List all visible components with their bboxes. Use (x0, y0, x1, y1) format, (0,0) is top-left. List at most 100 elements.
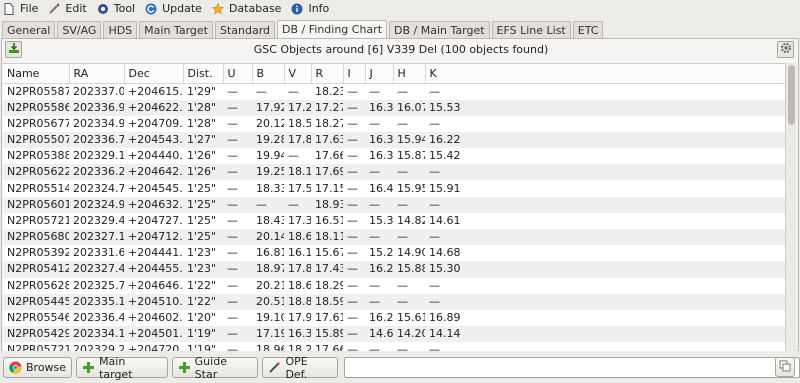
cell-ra: 202331.60 (69, 245, 124, 262)
table-row[interactable]: N2PR055078202336.77+204543.401'27"—19.28… (3, 131, 787, 149)
table-row[interactable]: N2PR053883202329.18+204440.401'26"—19.94… (3, 148, 787, 165)
cell-h: 14.82 (393, 212, 425, 229)
table-row[interactable]: N2PR055467202336.48+204602.321'20"—19.10… (3, 309, 787, 327)
table-row[interactable]: N2PR057217202329.41+204727.631'25"—18.43… (3, 212, 787, 229)
cell-dist: 1'22" (183, 293, 223, 310)
cell-u: — (223, 277, 252, 294)
ope-def-button[interactable]: OPE Def. (262, 355, 339, 381)
main-target-button[interactable]: Main target (76, 355, 168, 381)
cell-k: 15.91 (425, 180, 787, 197)
menu-edit[interactable]: Edit (48, 0, 87, 17)
cell-name: N2PR053923 (3, 245, 69, 262)
cell-b: 18.43 (252, 212, 284, 229)
cell-b: 18.33 (252, 180, 284, 197)
column-header-u[interactable]: U (223, 64, 253, 84)
table-row[interactable]: N2PR054296202334.19+204501.531'19"—17.19… (3, 326, 787, 343)
column-header-j[interactable]: J (365, 64, 394, 84)
scrollbar-thumb[interactable] (788, 65, 795, 125)
column-header-b[interactable]: B (252, 64, 285, 84)
table-row[interactable]: N2PR054456202335.14+204510.131'22"—20.51… (3, 293, 787, 310)
menu-file-label: File (20, 2, 39, 15)
settings-button[interactable] (777, 41, 794, 58)
menu-update[interactable]: Update (145, 0, 202, 17)
column-header-r[interactable]: R (311, 64, 344, 84)
plus-icon (82, 361, 95, 374)
cell-u: — (223, 229, 252, 246)
copy-button[interactable] (775, 357, 795, 377)
table-row[interactable]: N2PR056226202336.23+204642.841'26"—19.25… (3, 164, 787, 181)
table-row[interactable]: N2PR056014202324.97+204632.841'25"———18.… (3, 196, 787, 213)
menu-info[interactable]: Info (291, 0, 329, 17)
cell-k: — (425, 229, 787, 246)
cell-dec: +204709.60 (124, 115, 183, 132)
cell-v: 17.32 (284, 212, 311, 229)
column-header-ra[interactable]: RA (69, 64, 125, 84)
table-row[interactable]: N2PR055869202336.91+204622.391'28"—17.92… (3, 99, 787, 116)
cell-dist: 1'26" (183, 148, 223, 165)
cell-k: — (425, 164, 787, 181)
tab-standard[interactable]: Standard (214, 21, 276, 39)
tab-main-target[interactable]: Main Target (139, 21, 213, 39)
tab-db-main-target[interactable]: DB / Main Target (389, 21, 490, 39)
column-header-dist[interactable]: Dist. (183, 64, 224, 84)
column-header-h[interactable]: H (393, 64, 426, 84)
cell-k: 15.42 (425, 148, 787, 165)
column-header-v[interactable]: V (284, 64, 312, 84)
table-row[interactable]: N2PR055147202324.76+204545.591'25"—18.33… (3, 180, 787, 197)
cell-dist: 1'19" (183, 326, 223, 343)
cell-i: — (343, 326, 365, 343)
column-header-k[interactable]: K (425, 64, 787, 84)
table-row[interactable]: N2PR055870202337.02+204615.741'29"———18.… (3, 83, 787, 100)
table-row[interactable]: N2PR054125202327.40+204455.301'23"—18.97… (3, 261, 787, 278)
tab-etc[interactable]: ETC (572, 21, 604, 39)
browse-button[interactable]: Browse (3, 357, 73, 378)
cell-dec: +204441.50 (124, 245, 183, 262)
cell-dec: +204622.39 (124, 99, 183, 116)
cell-name: N2PR053883 (3, 148, 69, 165)
table-scrollbar[interactable] (785, 63, 797, 351)
cell-j: 16.44 (365, 180, 393, 197)
finding-chart-panel: GSC Objects around [6] V339 Del (100 obj… (1, 38, 799, 351)
menu-update-label: Update (162, 2, 202, 15)
cell-u: — (223, 180, 252, 197)
menu-tool[interactable]: Tool (97, 0, 135, 17)
menu-database-label: Database (228, 2, 282, 15)
cell-b: 19.25 (252, 164, 284, 181)
menu-file[interactable]: File (3, 0, 38, 17)
cell-ra: 202329.18 (69, 148, 124, 165)
cell-name: N2PR057217 (3, 212, 69, 229)
column-header-i[interactable]: I (343, 64, 366, 84)
cell-i: — (343, 229, 365, 246)
cell-u: — (223, 131, 252, 149)
table-row[interactable]: N2PR053923202331.60+204441.501'23"—16.81… (3, 245, 787, 262)
guide-star-button[interactable]: Guide Star (171, 355, 259, 381)
cell-i: — (343, 261, 365, 278)
tab-db-finding-chart[interactable]: DB / Finding Chart (277, 20, 388, 39)
tab-hds[interactable]: HDS (103, 21, 138, 39)
cell-r: 17.66 (311, 342, 343, 351)
cell-ra: 202337.02 (69, 83, 124, 100)
ope-def-field[interactable] (344, 357, 800, 378)
cell-u: — (223, 261, 252, 278)
panel-title: GSC Objects around [6] V339 Del (100 obj… (253, 43, 549, 56)
plus-icon (178, 361, 191, 374)
table-row[interactable]: N2PR056774202334.97+204709.601'28"—20.12… (3, 115, 787, 132)
menu-database[interactable]: Database (211, 0, 282, 17)
cell-ra: 202336.77 (69, 131, 124, 149)
column-header-dec[interactable]: Dec (124, 64, 184, 84)
tool-icon (97, 3, 109, 15)
cell-ra: 202336.91 (69, 99, 124, 116)
tab-efs-line-list[interactable]: EFS Line List (491, 21, 571, 39)
cell-ra: 202336.48 (69, 309, 124, 327)
tab-sv-ag[interactable]: SV/AG (57, 21, 102, 39)
table-row[interactable]: N2PR056282202325.72+204646.511'22"—20.21… (3, 277, 787, 294)
table-row[interactable]: N2PR057218202329.28+204720.501'19"—18.96… (3, 342, 787, 351)
cell-j: 15.24 (365, 245, 393, 262)
column-header-name[interactable]: Name (3, 64, 70, 84)
cell-r: 18.23 (311, 83, 343, 100)
cell-dec: +204727.63 (124, 212, 183, 229)
tab-bar: General SV/AG HDS Main Target Standard D… (0, 20, 800, 39)
tab-general[interactable]: General (2, 21, 56, 39)
cell-j: 16.32 (365, 148, 393, 165)
table-row[interactable]: N2PR056806202327.11+204712.971'25"—20.14… (3, 229, 787, 246)
